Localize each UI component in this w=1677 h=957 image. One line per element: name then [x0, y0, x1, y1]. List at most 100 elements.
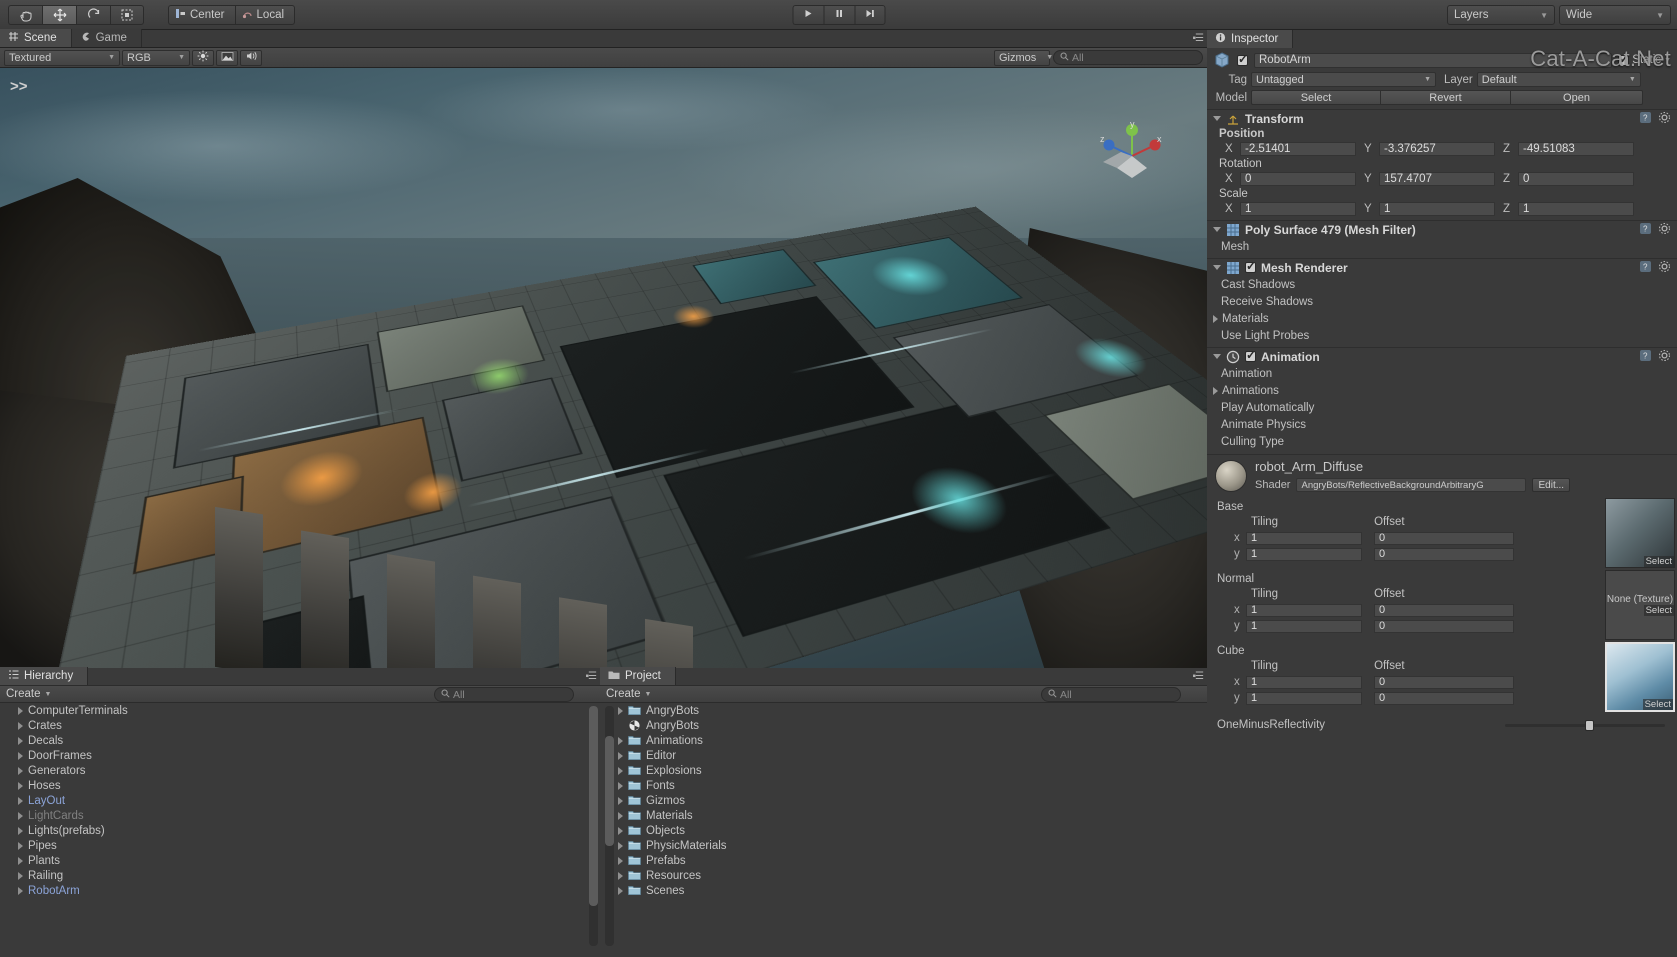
triangle-right-icon[interactable] [618, 812, 623, 820]
animate-physics-row[interactable]: Animate Physics [1207, 416, 1677, 433]
materials-row[interactable]: Materials [1207, 310, 1677, 327]
triangle-right-icon[interactable] [18, 737, 23, 745]
scene-viewport[interactable]: >> y x z [0, 68, 1207, 668]
pause-button[interactable] [823, 5, 854, 25]
triangle-right-icon[interactable] [18, 872, 23, 880]
gear-icon[interactable] [1658, 222, 1671, 238]
triangle-right-icon[interactable] [18, 797, 23, 805]
object-enabled-checkbox[interactable] [1237, 55, 1248, 66]
triangle-right-icon[interactable] [18, 707, 23, 715]
triangle-right-icon[interactable] [618, 827, 623, 835]
cube-offset-x-field[interactable]: 0 [1374, 676, 1514, 689]
cube-offset-y-field[interactable]: 0 [1374, 692, 1514, 705]
base-tiling-x-field[interactable]: 1 [1246, 532, 1362, 545]
triangle-right-icon[interactable] [618, 887, 623, 895]
tab-inspector[interactable]: Inspector [1207, 30, 1293, 48]
foldout-open-icon[interactable] [1213, 116, 1221, 121]
triangle-right-icon[interactable] [18, 782, 23, 790]
scene-search-input[interactable]: All [1053, 50, 1203, 65]
base-texture-select-button[interactable]: Select [1644, 556, 1674, 567]
position-z-field[interactable]: -49.51083 [1518, 142, 1634, 156]
scale-z-field[interactable]: 1 [1518, 202, 1634, 216]
transform-component-header[interactable]: Transform ? [1207, 109, 1677, 127]
hierarchy-item-crates[interactable]: Crates [0, 718, 600, 733]
pivot-mode-button[interactable]: Center [168, 5, 235, 25]
tab-hierarchy[interactable]: Hierarchy [0, 667, 88, 685]
model-select-button[interactable]: Select [1251, 90, 1381, 105]
scene-panel-menu-icon[interactable]: ▪☰ [1192, 33, 1203, 44]
cube-tiling-y-field[interactable]: 1 [1246, 692, 1362, 705]
foldout-closed-icon[interactable] [1213, 387, 1218, 395]
help-icon[interactable]: ? [1639, 349, 1652, 365]
model-revert-button[interactable]: Revert [1381, 90, 1511, 105]
project-scrollbar[interactable] [605, 706, 614, 946]
triangle-right-icon[interactable] [18, 842, 23, 850]
project-item-fonts[interactable]: Fonts [600, 778, 1207, 793]
hierarchy-scrollbar[interactable] [589, 706, 598, 946]
triangle-right-icon[interactable] [18, 827, 23, 835]
mesh-renderer-component-header[interactable]: Mesh Renderer ? [1207, 258, 1677, 276]
rotation-x-field[interactable]: 0 [1240, 172, 1356, 186]
project-create-button[interactable]: Create ▼ [606, 688, 651, 700]
rotate-tool-button[interactable] [76, 5, 110, 25]
tab-project[interactable]: Project [600, 667, 676, 685]
shader-edit-button[interactable]: Edit... [1532, 478, 1570, 492]
project-item-prefabs[interactable]: Prefabs [600, 853, 1207, 868]
hierarchy-item-doorframes[interactable]: DoorFrames [0, 748, 600, 763]
step-button[interactable] [854, 5, 885, 25]
animations-list-row[interactable]: Animations [1207, 382, 1677, 399]
project-item-objects[interactable]: Objects [600, 823, 1207, 838]
mesh-filter-component-header[interactable]: Poly Surface 479 (Mesh Filter) ? [1207, 220, 1677, 238]
triangle-right-icon[interactable] [618, 797, 623, 805]
normal-offset-x-field[interactable]: 0 [1374, 604, 1514, 617]
hierarchy-item-generators[interactable]: Generators [0, 763, 600, 778]
scene-fx-toggle[interactable] [216, 50, 238, 66]
tab-scene[interactable]: Scene [0, 29, 72, 47]
shader-dropdown[interactable]: AngryBots/ReflectiveBackgroundArbitraryG [1296, 478, 1526, 492]
model-open-button[interactable]: Open [1511, 90, 1643, 105]
layer-dropdown[interactable]: Default ▼ [1477, 72, 1641, 87]
rotation-z-field[interactable]: 0 [1518, 172, 1634, 186]
foldout-open-icon[interactable] [1213, 227, 1221, 232]
cube-texture-preview[interactable]: Select [1605, 642, 1675, 712]
animation-component-header[interactable]: Animation ? [1207, 347, 1677, 365]
scale-tool-button[interactable] [110, 5, 144, 25]
project-item-gizmos[interactable]: Gizmos [600, 793, 1207, 808]
triangle-right-icon[interactable] [18, 887, 23, 895]
triangle-right-icon[interactable] [618, 767, 623, 775]
triangle-right-icon[interactable] [618, 857, 623, 865]
draw-mode-dropdown[interactable]: Textured ▼ [4, 50, 120, 66]
receive-shadows-row[interactable]: Receive Shadows [1207, 293, 1677, 310]
project-item-physicmaterials[interactable]: PhysicMaterials [600, 838, 1207, 853]
triangle-right-icon[interactable] [18, 752, 23, 760]
triangle-right-icon[interactable] [18, 857, 23, 865]
help-icon[interactable]: ? [1639, 111, 1652, 127]
project-item-explosions[interactable]: Explosions [600, 763, 1207, 778]
use-light-probes-row[interactable]: Use Light Probes [1207, 327, 1677, 344]
scale-y-field[interactable]: 1 [1379, 202, 1495, 216]
project-item-editor[interactable]: Editor [600, 748, 1207, 763]
project-panel-menu-icon[interactable]: ▪☰ [1192, 671, 1203, 682]
project-item-angrybots[interactable]: AngryBots [600, 718, 1207, 733]
base-texture-preview[interactable]: Select [1605, 498, 1675, 568]
hierarchy-create-button[interactable]: Create ▼ [6, 688, 51, 700]
cube-texture-select-button[interactable]: Select [1643, 699, 1673, 710]
hierarchy-item-lights-prefabs-[interactable]: Lights(prefabs) [0, 823, 600, 838]
base-offset-x-field[interactable]: 0 [1374, 532, 1514, 545]
triangle-right-icon[interactable] [18, 767, 23, 775]
animation-clip-row[interactable]: Animation None (Animation Clip) [1207, 365, 1677, 382]
foldout-open-icon[interactable] [1213, 354, 1221, 359]
gear-icon[interactable] [1658, 349, 1671, 365]
gizmos-dropdown[interactable]: Gizmos ▼ [994, 50, 1050, 66]
project-item-scenes[interactable]: Scenes [600, 883, 1207, 898]
rotation-y-field[interactable]: 157.4707 [1379, 172, 1495, 186]
cast-shadows-row[interactable]: Cast Shadows [1207, 276, 1677, 293]
project-item-materials[interactable]: Materials [600, 808, 1207, 823]
help-icon[interactable]: ? [1639, 260, 1652, 276]
triangle-right-icon[interactable] [618, 842, 623, 850]
cube-tiling-x-field[interactable]: 1 [1246, 676, 1362, 689]
gear-icon[interactable] [1658, 111, 1671, 127]
play-automatically-row[interactable]: Play Automatically [1207, 399, 1677, 416]
tag-dropdown[interactable]: Untagged ▼ [1251, 72, 1436, 87]
position-y-field[interactable]: -3.376257 [1379, 142, 1495, 156]
